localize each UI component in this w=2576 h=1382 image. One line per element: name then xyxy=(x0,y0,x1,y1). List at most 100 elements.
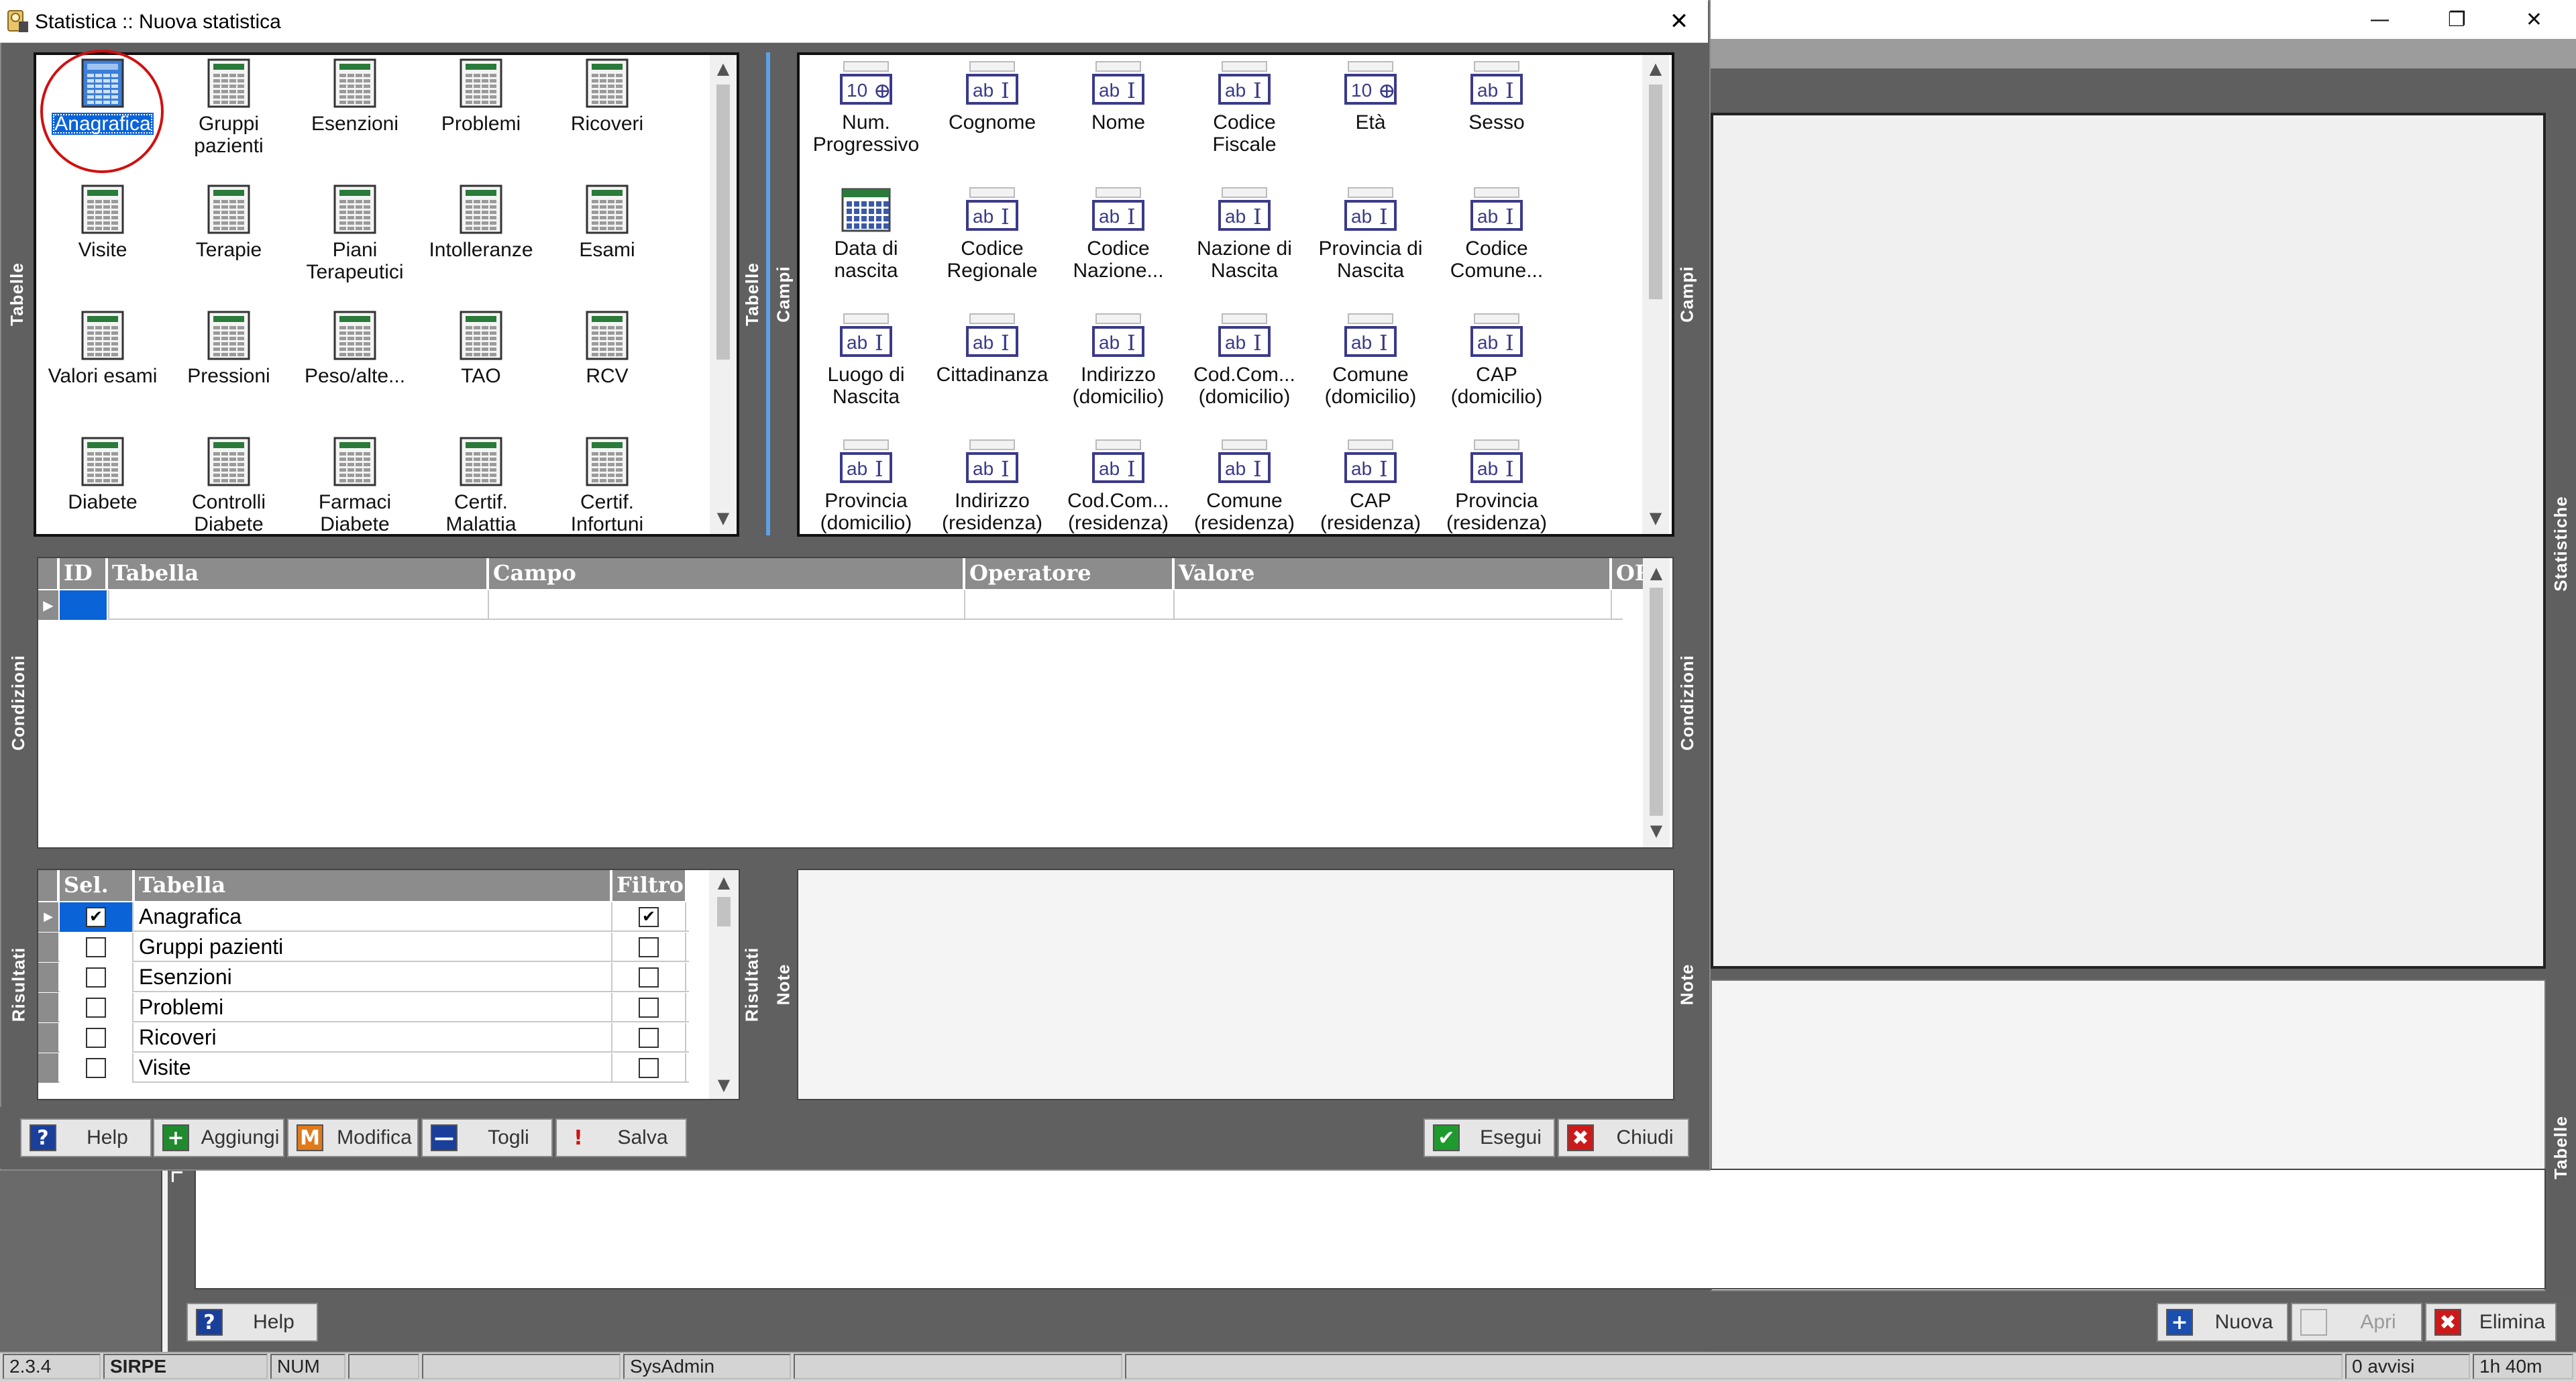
result-row[interactable]: Problemi xyxy=(38,993,689,1022)
conditions-column-header[interactable]: Tabella xyxy=(108,558,488,589)
table-item[interactable]: Problemi xyxy=(419,58,543,135)
field-item[interactable]: ab I Provincia di Nascita xyxy=(1308,187,1433,282)
field-item[interactable]: ab I Nazione di Nascita xyxy=(1182,187,1307,282)
field-item[interactable]: ab I Cittadinanza xyxy=(930,313,1055,386)
condition-row[interactable] xyxy=(108,590,1623,620)
side-tab-tabelle-main[interactable]: Tabelle xyxy=(2546,1060,2576,1234)
table-item[interactable]: Certif. Infortuni xyxy=(545,436,669,534)
table-item[interactable]: Certif. Malattia xyxy=(419,436,543,534)
modifica-button[interactable]: M Modifica xyxy=(287,1118,419,1157)
table-item[interactable]: Esenzioni xyxy=(292,58,417,135)
scroll-thumb[interactable] xyxy=(1650,588,1663,816)
table-item[interactable]: Farmaci Diabete xyxy=(292,436,417,534)
table-item[interactable]: Piani Terapeutici xyxy=(292,184,417,283)
scroll-up-icon[interactable]: ▲ xyxy=(1643,564,1670,582)
scroll-down-icon[interactable]: ▼ xyxy=(1643,821,1670,840)
condition-id-cell[interactable] xyxy=(60,590,107,620)
field-item[interactable]: ab I Sesso xyxy=(1434,60,1559,134)
scroll-thumb[interactable] xyxy=(717,897,731,926)
minimize-button[interactable]: — xyxy=(2341,0,2418,39)
table-item[interactable]: Terapie xyxy=(166,184,291,261)
side-tab-condizioni[interactable]: Condizioni xyxy=(0,557,37,849)
sel-checkbox[interactable] xyxy=(86,998,106,1018)
side-tab-risultati-mid[interactable]: Risultati xyxy=(738,869,766,1100)
scroll-down-icon[interactable]: ▼ xyxy=(709,1075,739,1094)
sel-checkbox[interactable] xyxy=(86,1028,106,1048)
statistics-list-panel[interactable] xyxy=(1711,113,2546,969)
scroll-up-icon[interactable]: ▲ xyxy=(1642,59,1669,78)
filtro-checkbox[interactable] xyxy=(639,1058,659,1078)
salva-button[interactable]: ! Salva xyxy=(555,1118,687,1157)
main-close-button[interactable]: ✕ xyxy=(2496,0,2573,39)
conditions-scrollbar[interactable]: ▲ ▼ xyxy=(1643,558,1670,847)
field-item[interactable]: 10 ⊕ Età xyxy=(1308,60,1433,134)
field-item[interactable]: ab I Provincia (domicilio) xyxy=(804,439,928,534)
conditions-column-header[interactable]: Campo xyxy=(489,558,964,589)
main-splitter[interactable] xyxy=(161,1167,168,1355)
table-item[interactable]: Peso/alte... xyxy=(292,310,417,387)
table-item[interactable]: Intolleranze xyxy=(419,184,543,261)
sel-checkbox[interactable] xyxy=(86,967,106,988)
side-tab-campi-right[interactable]: Campi xyxy=(1670,52,1704,535)
filtro-checkbox[interactable] xyxy=(639,907,659,927)
filtro-checkbox[interactable] xyxy=(639,937,659,957)
sel-checkbox[interactable] xyxy=(86,1058,106,1078)
scroll-thumb[interactable] xyxy=(716,85,730,360)
scroll-up-icon[interactable]: ▲ xyxy=(709,873,739,892)
result-row[interactable]: Ricoveri xyxy=(38,1023,689,1053)
elimina-button[interactable]: ✖ Elimina xyxy=(2425,1303,2557,1342)
nuova-button[interactable]: + Nuova xyxy=(2157,1303,2288,1342)
result-row[interactable]: Visite xyxy=(38,1053,689,1083)
results-scrollbar[interactable]: ▲ ▼ xyxy=(709,870,739,1099)
field-item[interactable]: Data di nascita xyxy=(804,187,928,282)
field-item[interactable]: ab I CAP (domicilio) xyxy=(1434,313,1559,408)
field-item[interactable]: ab I Provincia (residenza) xyxy=(1434,439,1559,534)
table-item[interactable]: Gruppi pazienti xyxy=(166,58,291,157)
field-item[interactable]: ab I Luogo di Nascita xyxy=(804,313,928,408)
results-header-sel[interactable]: Sel. xyxy=(60,870,133,901)
field-item[interactable]: ab I Comune (domicilio) xyxy=(1308,313,1433,408)
dialog-close-button[interactable]: ✕ xyxy=(1650,0,1708,43)
result-row[interactable]: ▶ Anagrafica xyxy=(38,902,689,932)
field-item[interactable]: ab I Codice Nazione... xyxy=(1056,187,1181,282)
apri-button[interactable]: Apri xyxy=(2291,1303,2422,1342)
side-tab-note[interactable]: Note xyxy=(770,869,797,1100)
scroll-down-icon[interactable]: ▼ xyxy=(710,509,737,527)
table-item[interactable]: Visite xyxy=(40,184,165,261)
results-header-tabella[interactable]: Tabella xyxy=(135,870,611,901)
table-item[interactable]: TAO xyxy=(419,310,543,387)
scroll-down-icon[interactable]: ▼ xyxy=(1642,509,1669,527)
side-tab-tabelle-mid[interactable]: Tabelle xyxy=(738,52,766,535)
chiudi-button[interactable]: ✖ Chiudi xyxy=(1558,1118,1689,1157)
field-item[interactable]: 10 ⊕ Num. Progressivo xyxy=(804,60,928,156)
side-tab-statistiche[interactable]: Statistiche xyxy=(2546,403,2576,684)
table-item[interactable]: Controlli Diabete xyxy=(166,436,291,534)
conditions-column-header[interactable]: Operatore xyxy=(965,558,1173,589)
main-description-area[interactable] xyxy=(195,1169,2546,1289)
field-item[interactable]: ab I Comune (residenza) xyxy=(1182,439,1307,534)
togli-button[interactable]: — Togli xyxy=(421,1118,553,1157)
restore-button[interactable]: ❐ xyxy=(2418,0,2496,39)
help-button[interactable]: ? Help xyxy=(20,1118,152,1157)
main-help-button[interactable]: ? Help xyxy=(186,1303,318,1342)
tables-scrollbar[interactable]: ▲ ▼ xyxy=(710,55,737,534)
field-item[interactable]: ab I Cognome xyxy=(930,60,1055,134)
table-item[interactable]: RCV xyxy=(545,310,669,387)
esegui-button[interactable]: ✔ Esegui xyxy=(1424,1118,1555,1157)
field-item[interactable]: ab I Codice Regionale xyxy=(930,187,1055,282)
field-item[interactable]: ab I Cod.Com... (residenza) xyxy=(1056,439,1181,534)
field-item[interactable]: ab I Codice Fiscale xyxy=(1182,60,1307,156)
aggiungi-button[interactable]: + Aggiungi xyxy=(153,1118,284,1157)
side-tab-condizioni-right[interactable]: Condizioni xyxy=(1670,557,1704,849)
field-item[interactable]: ab I Indirizzo (domicilio) xyxy=(1056,313,1181,408)
side-tab-risultati[interactable]: Risultati xyxy=(0,869,37,1100)
filtro-checkbox[interactable] xyxy=(639,998,659,1018)
field-item[interactable]: ab I CAP (residenza) xyxy=(1308,439,1433,534)
table-item[interactable]: Valori esami xyxy=(40,310,165,387)
scroll-thumb[interactable] xyxy=(1649,85,1662,299)
conditions-column-header[interactable]: Valore xyxy=(1175,558,1611,589)
result-row[interactable]: Gruppi pazienti xyxy=(38,933,689,962)
filtro-checkbox[interactable] xyxy=(639,967,659,988)
table-item[interactable]: Ricoveri xyxy=(545,58,669,135)
field-item[interactable]: ab I Indirizzo (residenza) xyxy=(930,439,1055,534)
